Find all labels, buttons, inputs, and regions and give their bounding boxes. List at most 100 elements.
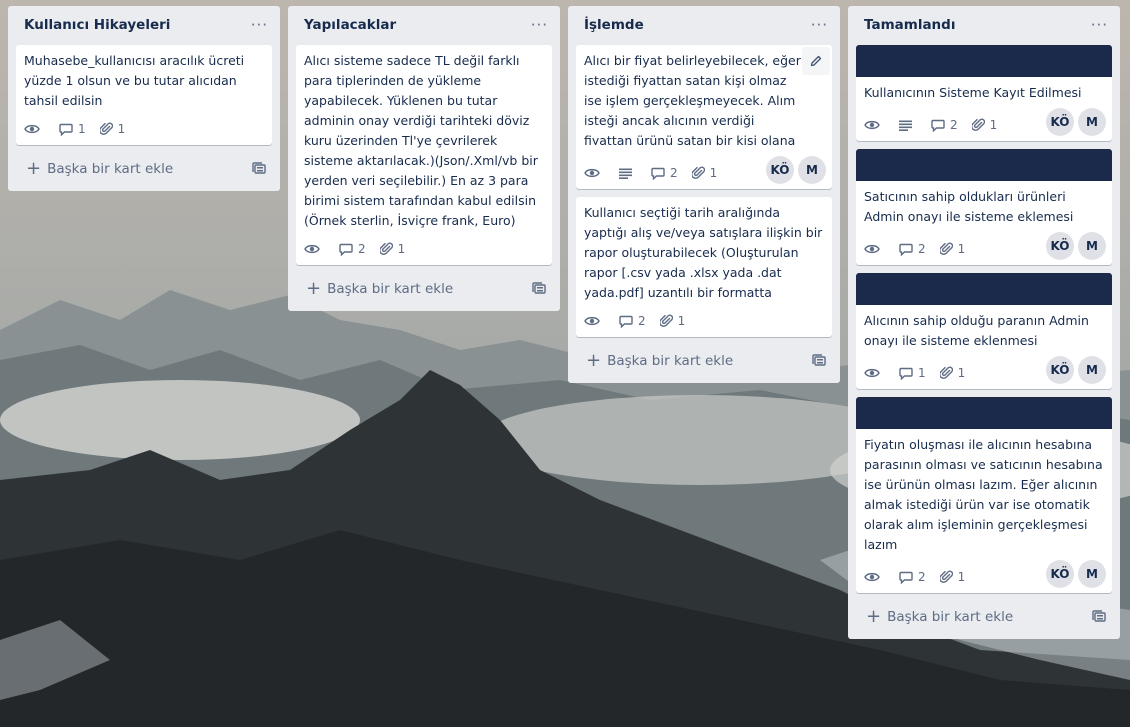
card-badges: 1 1 — [24, 113, 139, 145]
watch-badge — [864, 571, 885, 583]
edit-card-button[interactable] — [802, 47, 830, 75]
list-header: Tamamlandı ··· — [848, 6, 1120, 44]
list-tamamlandi: Tamamlandı ··· Kullanıcının Sisteme Kayı… — [848, 6, 1120, 639]
add-card-button[interactable]: + Başka bir kart ekle — [296, 275, 552, 303]
comments-badge: 2 — [339, 242, 366, 256]
board: Kullanıcı Hikayeleri ··· Muhasebe_kullan… — [0, 0, 1130, 727]
paperclip-icon — [939, 366, 953, 379]
card-members: KÖ M — [1042, 108, 1106, 136]
attachments-badge: 1 — [939, 366, 965, 380]
description-badge — [619, 168, 637, 179]
card-members: KÖ M — [1042, 560, 1106, 588]
comments-count: 1 — [78, 122, 86, 136]
add-card-label: Başka bir kart ekle — [47, 161, 174, 177]
card-members: KÖ M — [1042, 232, 1106, 260]
comments-count: 2 — [918, 242, 926, 256]
card[interactable]: Alıcı bir fiyat belirleyebilecek, eğer i… — [576, 45, 832, 189]
avatar[interactable]: M — [1078, 232, 1106, 260]
avatar[interactable]: KÖ — [1046, 108, 1074, 136]
avatar[interactable]: M — [1078, 108, 1106, 136]
card-template-icon[interactable] — [252, 162, 266, 176]
watch-badge — [24, 123, 45, 135]
list-header: Kullanıcı Hikayeleri ··· — [8, 6, 280, 44]
attachments-badge: 1 — [659, 314, 686, 328]
attachments-count: 1 — [677, 314, 686, 328]
attachments-count: 1 — [989, 118, 998, 132]
add-card-button[interactable]: + Başka bir kart ekle — [856, 603, 1112, 631]
more-options-icon[interactable]: ··· — [811, 17, 828, 33]
avatar[interactable]: KÖ — [1046, 356, 1074, 384]
card[interactable]: Kullanıcının Sisteme Kayıt Edilmesi 2 1 — [856, 45, 1112, 141]
card-title: Alıcının sahip olduğu paranın Admin onay… — [864, 313, 1089, 348]
attachments-badge: 1 — [379, 242, 405, 256]
comments-count: 2 — [638, 314, 646, 328]
avatar[interactable]: KÖ — [1046, 232, 1074, 260]
list-header: Yapılacaklar ··· — [288, 6, 560, 44]
card-template-icon[interactable] — [1092, 610, 1106, 624]
comment-icon — [619, 315, 633, 328]
avatar[interactable]: KÖ — [1046, 560, 1074, 588]
eye-icon — [24, 124, 40, 134]
add-card-button[interactable]: + Başka bir kart ekle — [576, 347, 832, 375]
card[interactable]: Satıcının sahip oldukları ürünleri Admin… — [856, 149, 1112, 265]
add-card-label: Başka bir kart ekle — [327, 281, 454, 297]
attachments-count: 1 — [957, 242, 966, 256]
comments-count: 1 — [918, 366, 926, 380]
comment-icon — [339, 243, 353, 256]
card[interactable]: Fiyatın oluşması ile alıcının hesabına p… — [856, 397, 1112, 593]
list-title[interactable]: İşlemde — [584, 17, 644, 33]
comments-count: 2 — [918, 570, 926, 584]
more-options-icon[interactable]: ··· — [251, 17, 268, 33]
comments-badge: 2 — [899, 242, 926, 256]
comments-badge: 2 — [651, 166, 678, 180]
card-badges: 2 1 — [584, 157, 731, 189]
more-options-icon[interactable]: ··· — [531, 17, 548, 33]
card-title: Alıcı sisteme sadece TL değil farklı par… — [304, 53, 538, 228]
card[interactable]: Muhasebe_kullanıcısı aracılık ücreti yüz… — [16, 45, 272, 145]
card-title: Fiyatın oluşması ile alıcının hesabına p… — [864, 437, 1103, 552]
more-options-icon[interactable]: ··· — [1091, 17, 1108, 33]
card[interactable]: Kullanıcı seçtiği tarih aralığında yaptı… — [576, 197, 832, 337]
pencil-icon — [810, 55, 822, 67]
card-members: KÖ M — [762, 156, 826, 184]
card[interactable]: Alıcı sisteme sadece TL değil farklı par… — [296, 45, 552, 265]
plus-icon: + — [306, 278, 322, 299]
card-template-icon[interactable] — [532, 282, 546, 296]
eye-icon — [584, 168, 600, 178]
comments-badge: 1 — [899, 366, 926, 380]
description-badge — [899, 120, 917, 131]
card-badges: 1 1 — [864, 357, 979, 389]
attachments-count: 1 — [957, 570, 966, 584]
watch-badge — [584, 167, 605, 179]
watch-badge — [864, 119, 885, 131]
card-cover — [856, 45, 1112, 77]
paperclip-icon — [939, 242, 953, 255]
paperclip-icon — [659, 314, 673, 327]
watch-badge — [864, 367, 885, 379]
plus-icon: + — [26, 158, 42, 179]
paperclip-icon — [691, 166, 705, 179]
eye-icon — [304, 244, 320, 254]
comments-count: 2 — [950, 118, 958, 132]
avatar[interactable]: M — [1078, 356, 1106, 384]
avatar[interactable]: M — [1078, 560, 1106, 588]
add-card-button[interactable]: + Başka bir kart ekle — [16, 155, 272, 183]
eye-icon — [864, 244, 880, 254]
list-title[interactable]: Yapılacaklar — [304, 17, 396, 33]
avatar[interactable]: KÖ — [766, 156, 794, 184]
paperclip-icon — [939, 570, 953, 583]
card[interactable]: Alıcının sahip olduğu paranın Admin onay… — [856, 273, 1112, 389]
description-icon — [619, 168, 632, 179]
list-title[interactable]: Tamamlandı — [864, 17, 955, 33]
card-title: Alıcı bir fiyat belirleyebilecek, eğer i… — [584, 53, 801, 145]
list-title[interactable]: Kullanıcı Hikayeleri — [24, 17, 170, 33]
paperclip-icon — [971, 118, 985, 131]
comment-icon — [899, 367, 913, 380]
list-kullanici-hikayeleri: Kullanıcı Hikayeleri ··· Muhasebe_kullan… — [8, 6, 280, 191]
card-title: Muhasebe_kullanıcısı aracılık ücreti yüz… — [24, 53, 245, 108]
card-template-icon[interactable] — [812, 354, 826, 368]
watch-badge — [304, 243, 325, 255]
add-card-label: Başka bir kart ekle — [607, 353, 734, 369]
card-members: KÖ M — [1042, 356, 1106, 384]
avatar[interactable]: M — [798, 156, 826, 184]
